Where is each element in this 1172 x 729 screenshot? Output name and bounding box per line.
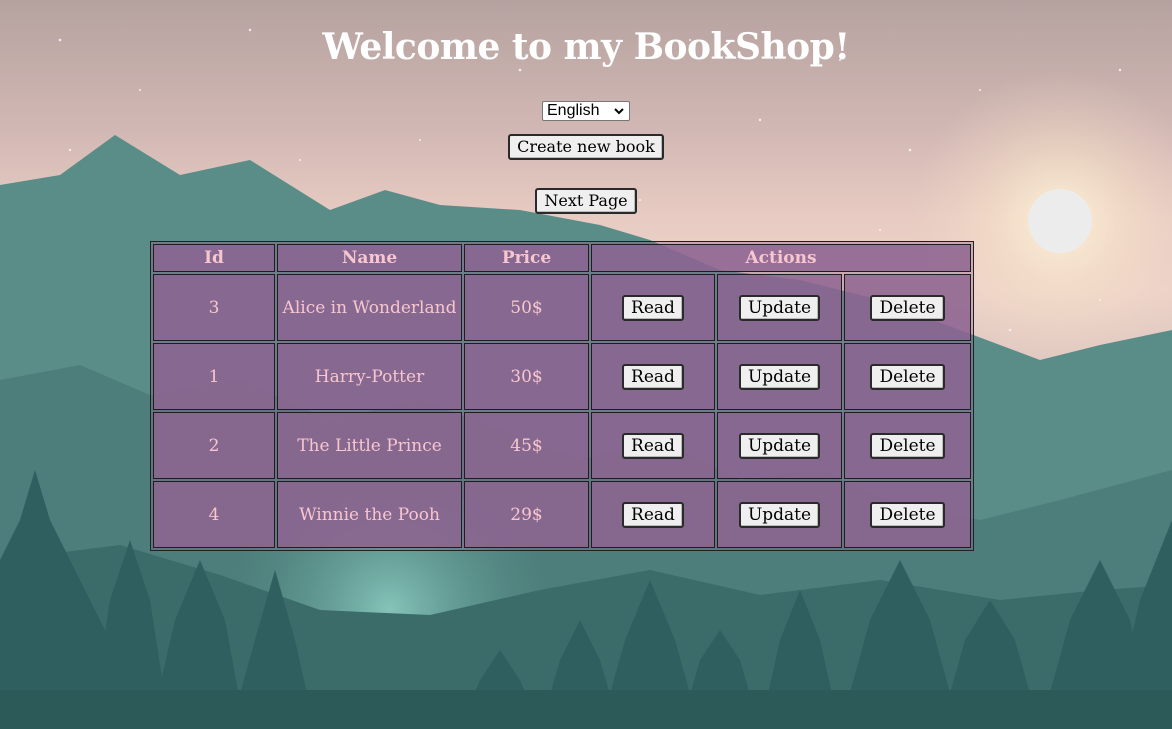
column-header-name: Name [277,244,462,272]
next-row: Next Page [0,188,1172,218]
delete-cell: Delete [844,481,971,548]
update-cell: Update [717,343,842,410]
update-cell: Update [717,412,842,479]
update-cell: Update [717,274,842,341]
table-header-row: Id Name Price Actions [153,244,971,272]
create-row: Create new book [0,134,1172,164]
book-name: Winnie the Pooh [277,481,462,548]
page-content: Welcome to my BookShop! English Create n… [0,0,1172,218]
update-button[interactable]: Update [738,501,821,528]
language-select-value: English [547,102,600,119]
read-cell: Read [591,481,715,548]
next-page-button[interactable]: Next Page [535,188,637,214]
book-id: 4 [153,481,275,548]
delete-button[interactable]: Delete [870,432,945,459]
read-button[interactable]: Read [622,432,684,459]
books-table: Id Name Price Actions 3 Alice in Wonderl… [150,241,974,551]
read-button[interactable]: Read [622,294,684,321]
column-header-actions: Actions [591,244,971,272]
book-price: 50$ [464,274,589,341]
update-button[interactable]: Update [738,432,821,459]
book-id: 2 [153,412,275,479]
read-cell: Read [591,274,715,341]
language-row: English [0,100,1172,122]
book-id: 1 [153,343,275,410]
read-button[interactable]: Read [622,501,684,528]
book-name: Harry-Potter [277,343,462,410]
update-cell: Update [717,481,842,548]
book-name: Alice in Wonderland [277,274,462,341]
read-button[interactable]: Read [622,363,684,390]
table-row: 1 Harry-Potter 30$ Read Update Delete [153,343,971,410]
table-row: 3 Alice in Wonderland 50$ Read Update De… [153,274,971,341]
delete-cell: Delete [844,412,971,479]
table-row: 2 The Little Prince 45$ Read Update Dele… [153,412,971,479]
update-button[interactable]: Update [738,363,821,390]
table-row: 4 Winnie the Pooh 29$ Read Update Delete [153,481,971,548]
book-price: 45$ [464,412,589,479]
read-cell: Read [591,412,715,479]
read-cell: Read [591,343,715,410]
create-new-book-button[interactable]: Create new book [508,134,664,160]
update-button[interactable]: Update [738,294,821,321]
delete-cell: Delete [844,343,971,410]
language-select[interactable]: English [542,101,630,121]
book-id: 3 [153,274,275,341]
column-header-id: Id [153,244,275,272]
delete-button[interactable]: Delete [870,501,945,528]
book-price: 30$ [464,343,589,410]
book-price: 29$ [464,481,589,548]
delete-button[interactable]: Delete [870,363,945,390]
page-title: Welcome to my BookShop! [322,26,850,68]
book-name: The Little Prince [277,412,462,479]
delete-cell: Delete [844,274,971,341]
chevron-down-icon [614,108,624,115]
column-header-price: Price [464,244,589,272]
delete-button[interactable]: Delete [870,294,945,321]
